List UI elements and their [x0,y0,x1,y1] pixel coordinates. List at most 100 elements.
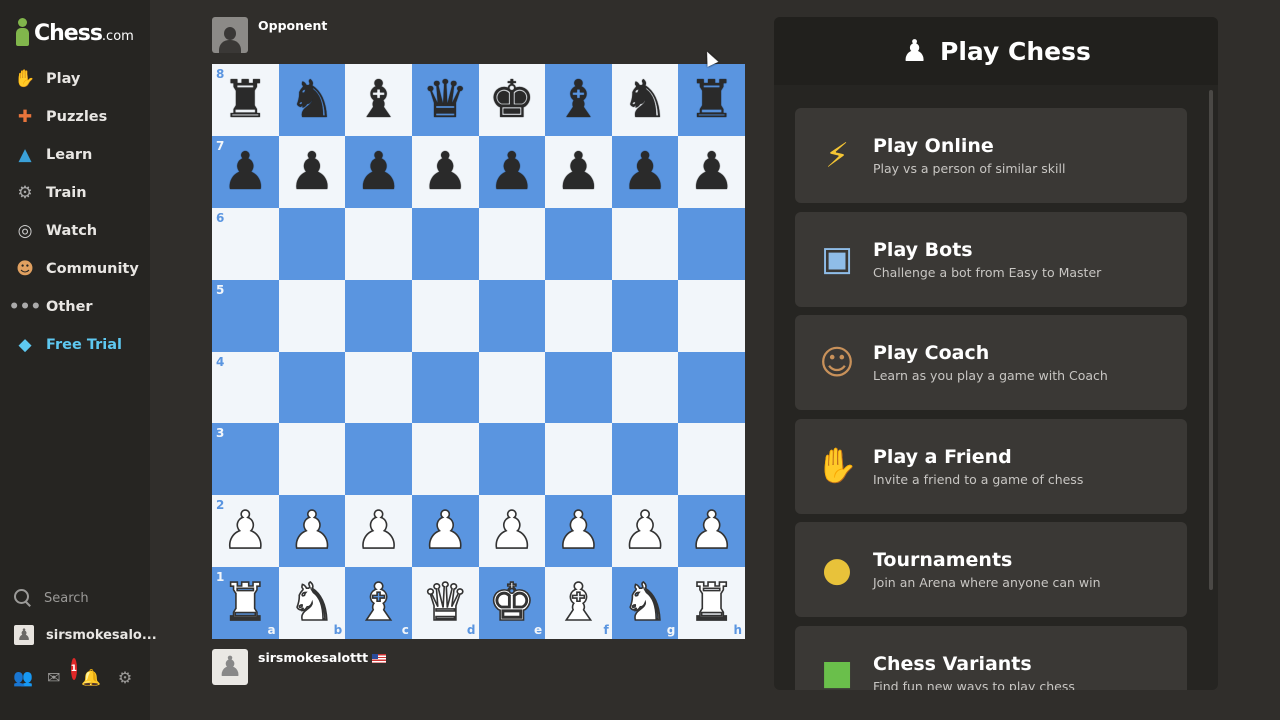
square-g4[interactable] [611,351,679,424]
chess-board[interactable]: 8 ♜ ♞ ♝ ♛ ♚ ♝ ♞ ♜ 7 ♟ ♟ ♟ ♟ ♟ ♟ ♟ ♟ 6 5 4 3 2 ♟ ♟ ♟ ♟ ♟ ♟ ♟ ♟ 1 a ♜ b ♞ c ♝ d ♛… [212,64,745,639]
square-g5[interactable] [611,279,679,352]
square-f6[interactable] [545,207,612,280]
black-rook-piece[interactable]: ♜ [222,74,269,126]
square-g3[interactable] [611,423,679,496]
square-f1[interactable]: f ♝ [545,567,612,639]
black-pawn-piece[interactable]: ♟ [688,146,735,198]
square-c3[interactable] [345,423,412,496]
square-e7[interactable]: ♟ [478,135,546,208]
sidebar-item-puzzles[interactable]: ✚ Puzzles [0,98,150,136]
sidebar-user[interactable]: ♟ sirsmokesalo... [14,625,157,645]
white-pawn-piece[interactable]: ♟ [288,504,336,558]
square-b5[interactable] [278,279,346,352]
square-f2[interactable]: ♟ [545,495,612,568]
sidebar-item-community[interactable]: ☻ Community [0,250,150,288]
square-a1[interactable]: 1 a ♜ [212,567,279,639]
square-b2[interactable]: ♟ [278,495,346,568]
black-pawn-piece[interactable]: ♟ [622,146,669,198]
square-c7[interactable]: ♟ [345,135,412,208]
black-knight-piece[interactable]: ♞ [622,74,669,126]
black-pawn-piece[interactable]: ♟ [289,146,336,198]
black-king-piece[interactable]: ♚ [489,74,536,126]
white-knight-piece[interactable]: ♞ [621,576,669,630]
square-f4[interactable] [545,351,612,424]
square-c1[interactable]: c ♝ [345,567,412,639]
white-pawn-piece[interactable]: ♟ [621,504,669,558]
messages-icon[interactable]: ✉ 1 [47,658,77,688]
bell-icon[interactable]: 🔔 [81,666,101,688]
sidebar-search[interactable]: Search [14,589,89,607]
square-e4[interactable] [478,351,546,424]
black-pawn-piece[interactable]: ♟ [555,146,602,198]
white-pawn-piece[interactable]: ♟ [221,504,269,558]
square-b7[interactable]: ♟ [278,135,346,208]
square-d2[interactable]: ♟ [411,495,479,568]
black-pawn-piece[interactable]: ♟ [355,146,402,198]
square-d7[interactable]: ♟ [411,135,479,208]
player-avatar[interactable]: ♟ [212,649,248,685]
sidebar-item-train[interactable]: ⚙ Train [0,174,150,212]
square-h1[interactable]: h ♜ [678,567,745,639]
square-g2[interactable]: ♟ [611,495,679,568]
square-d6[interactable] [411,207,479,280]
square-e3[interactable] [478,423,546,496]
square-h2[interactable]: ♟ [678,495,745,568]
square-g1[interactable]: g ♞ [611,567,679,639]
white-rook-piece[interactable]: ♜ [221,576,269,630]
square-b8[interactable]: ♞ [278,64,346,136]
square-a8[interactable]: 8 ♜ [212,64,279,136]
sidebar-item-watch[interactable]: ◎ Watch [0,212,150,250]
black-knight-piece[interactable]: ♞ [289,74,336,126]
square-b1[interactable]: b ♞ [278,567,346,639]
square-g6[interactable] [611,207,679,280]
square-a5[interactable]: 5 [212,279,279,352]
white-pawn-piece[interactable]: ♟ [688,504,736,558]
black-bishop-piece[interactable]: ♝ [355,74,402,126]
chess-com-logo[interactable]: Chess.com [14,18,134,48]
white-bishop-piece[interactable]: ♝ [354,576,402,630]
card-chess-variants[interactable]: ■ Chess Variants Find fun new ways to play… [795,625,1187,690]
card-play-online[interactable]: ⚡ Play Online Play vs a person of similar … [795,108,1187,203]
square-d8[interactable]: ♛ [411,64,479,136]
white-pawn-piece[interactable]: ♟ [421,504,469,558]
square-c5[interactable] [345,279,412,352]
card-play-bots[interactable]: ▣ Play Bots Challenge a bot from Easy to M… [795,211,1187,307]
square-a7[interactable]: 7 ♟ [212,135,279,208]
square-h7[interactable]: ♟ [678,135,745,208]
square-h3[interactable] [678,423,745,496]
card-play-coach[interactable]: ☺ Play Coach Learn as you play a game with… [795,315,1187,411]
sidebar-item-learn[interactable]: ▲ Learn [0,136,150,174]
black-pawn-piece[interactable]: ♟ [222,146,269,198]
square-a3[interactable]: 3 [212,423,279,496]
white-knight-piece[interactable]: ♞ [288,576,336,630]
square-e2[interactable]: ♟ [478,495,546,568]
square-e8[interactable]: ♚ [478,64,546,136]
gear-icon[interactable]: ⚙ [116,666,134,688]
black-pawn-piece[interactable]: ♟ [489,146,536,198]
black-pawn-piece[interactable]: ♟ [422,146,469,198]
square-f7[interactable]: ♟ [545,135,612,208]
square-g8[interactable]: ♞ [611,64,679,136]
black-bishop-piece[interactable]: ♝ [555,74,602,126]
square-b3[interactable] [278,423,346,496]
square-c6[interactable] [345,207,412,280]
panel-scrollbar[interactable] [1209,90,1213,590]
friends-icon[interactable]: 👥 [13,666,33,688]
square-f3[interactable] [545,423,612,496]
white-pawn-piece[interactable]: ♟ [554,504,602,558]
square-f8[interactable]: ♝ [545,64,612,136]
square-a2[interactable]: 2 ♟ [212,495,279,568]
white-pawn-piece[interactable]: ♟ [354,504,402,558]
square-e5[interactable] [478,279,546,352]
sidebar-item-other[interactable]: ••• Other [0,288,150,326]
square-e1[interactable]: e ♚ [478,567,546,639]
card-play-a-friend[interactable]: ✋ Play a Friend Invite a friend to a game … [795,418,1187,514]
square-c2[interactable]: ♟ [345,495,412,568]
square-c8[interactable]: ♝ [345,64,412,136]
square-h4[interactable] [678,351,745,424]
square-b6[interactable] [278,207,346,280]
card-tournaments[interactable]: ● Tournaments Join an Arena where anyone c… [795,522,1187,618]
square-c4[interactable] [345,351,412,424]
white-queen-piece[interactable]: ♛ [421,576,469,630]
square-h8[interactable]: ♜ [678,64,745,136]
